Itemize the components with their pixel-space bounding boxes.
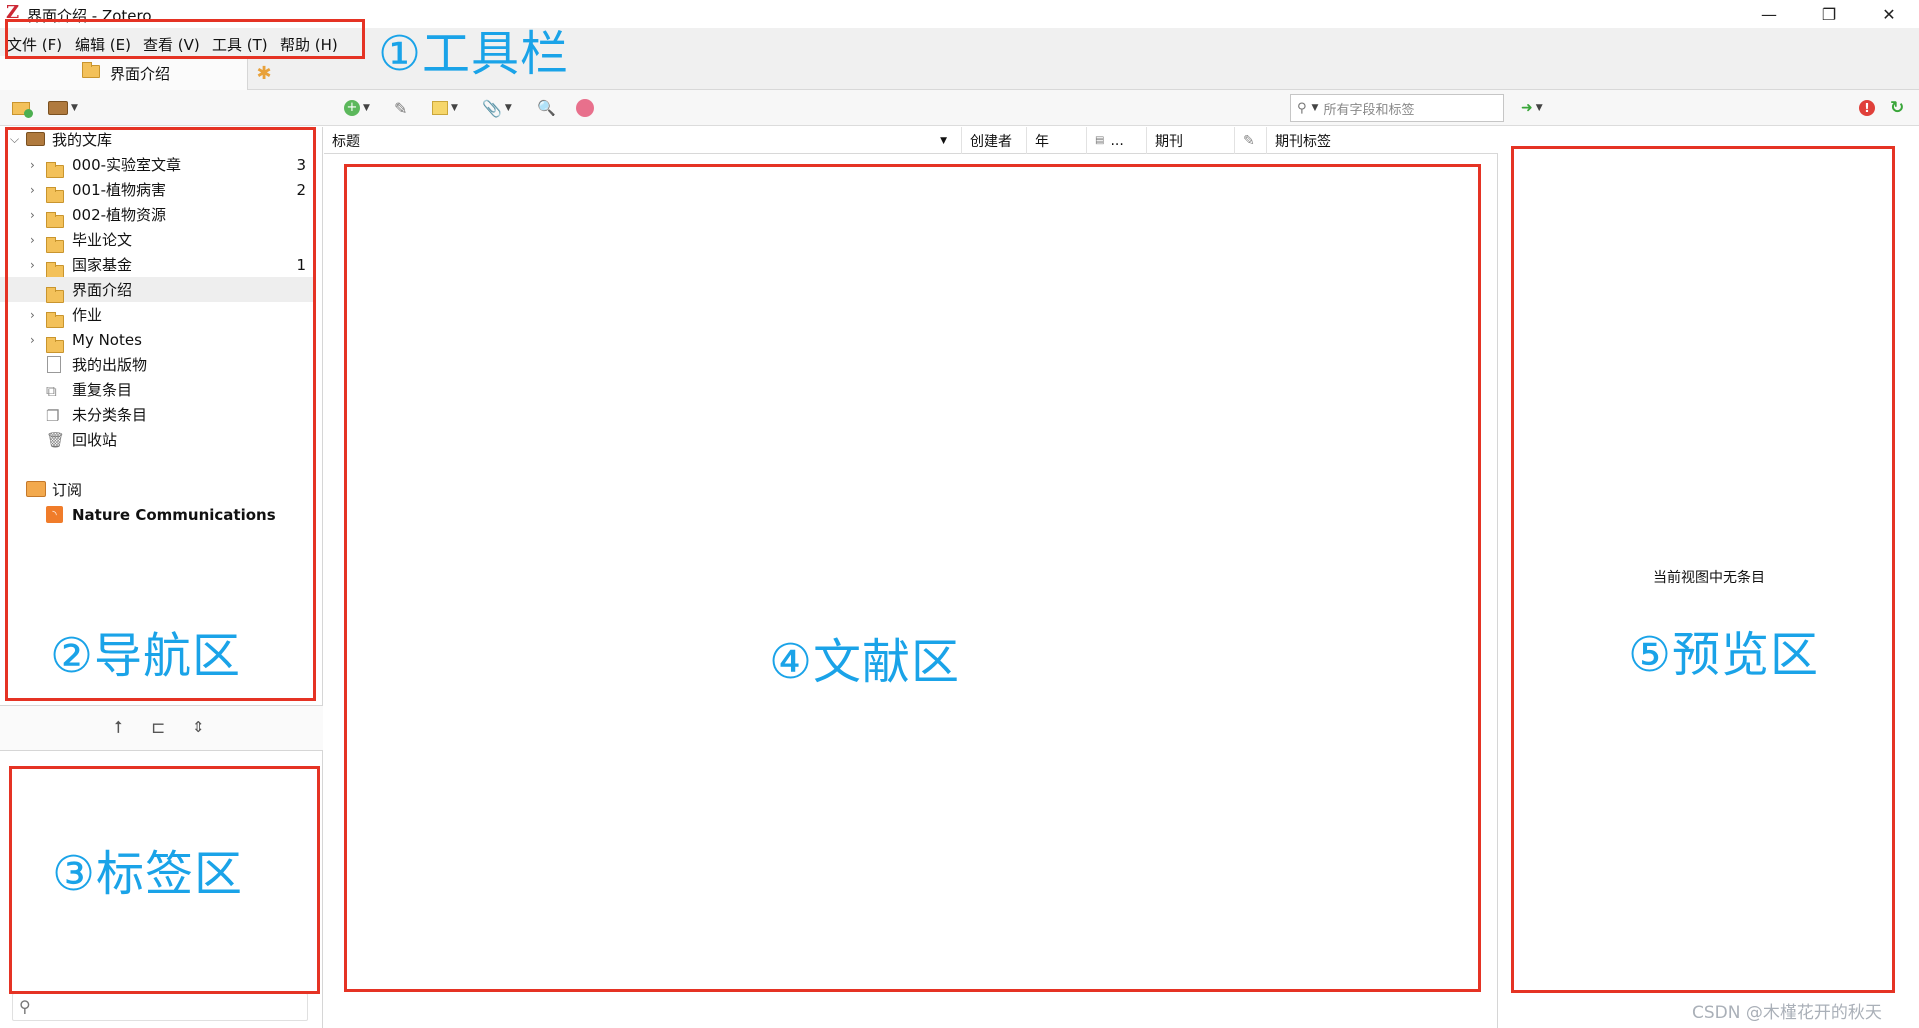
error-icon: ! <box>1859 100 1875 116</box>
tab-bar: 界面介绍 ✱ <box>0 56 1919 90</box>
chevron-down-icon: ▼ <box>1535 103 1543 113</box>
paperclip-icon: ✎ <box>1243 132 1255 149</box>
add-by-identifier-button[interactable]: ✎ <box>394 98 407 118</box>
tab-label: 界面介绍 <box>110 65 171 83</box>
magic-wand-icon: ✎ <box>394 98 408 118</box>
sync-button[interactable]: ↻ <box>1890 98 1904 118</box>
chevron-down-icon[interactable]: ▼ <box>940 136 947 146</box>
column-title[interactable]: 标题 ▼ <box>324 127 962 154</box>
column-label: 期刊 <box>1155 133 1183 150</box>
annotation-box-preview <box>1511 146 1895 993</box>
add-attachment-button[interactable]: 📎 ▼ <box>482 98 512 118</box>
column-label: 创建者 <box>970 133 1012 150</box>
annotation-box-nav <box>5 127 316 701</box>
tag-toolbar: ⭡ ⊏ ⇕ <box>0 705 323 751</box>
minimize-button[interactable]: — <box>1739 0 1799 28</box>
new-library-button[interactable]: ▼ <box>48 98 78 118</box>
sync-error-button[interactable]: ! <box>1859 98 1875 118</box>
maximize-button[interactable]: ❐ <box>1799 0 1859 28</box>
main-toolbar: ▼ + ▼ ✎ ▼ 📎 ▼ 🔍 ⚲ ▼ 所有字段和标签 ➜ ▼ ! ↻ <box>0 90 1919 210</box>
tree-view-icon[interactable]: ⊏ <box>151 718 165 738</box>
annotation-label-preview: ⑤预览区 <box>1628 627 1820 683</box>
paperclip-icon: 📎 <box>482 98 502 118</box>
advanced-search-button[interactable]: 🔍 <box>537 98 556 118</box>
new-item-button[interactable]: + ▼ <box>344 98 370 118</box>
search-icon: ⚲ <box>19 997 31 1016</box>
column-more[interactable]: ▤ ... <box>1087 127 1147 154</box>
column-year[interactable]: 年 <box>1027 127 1087 154</box>
column-type-icon: ▤ <box>1095 135 1105 146</box>
expand-collapse-icon[interactable]: ⇕ <box>192 718 205 736</box>
new-collection-icon <box>12 101 33 118</box>
sync-icon: ↻ <box>1890 98 1905 118</box>
annotation-box-items <box>344 164 1481 992</box>
note-icon <box>432 101 448 115</box>
search-field[interactable]: ⚲ ▼ 所有字段和标签 <box>1290 94 1504 122</box>
green-arrow-icon: ➜ <box>1521 100 1533 116</box>
search-mode-chevron-icon[interactable]: ▼ <box>1312 103 1319 113</box>
sort-icon[interactable]: ⭡ <box>114 718 122 738</box>
magnifier-icon: 🔍 <box>537 99 556 117</box>
items-table-header: 标题 ▼ 创建者 年 ▤ ... 期刊 ✎ 期刊标签 <box>324 127 1498 154</box>
search-icon: ⚲ <box>1297 100 1307 116</box>
folder-icon <box>82 62 100 78</box>
library-icon <box>48 101 68 115</box>
tab-library[interactable]: 界面介绍 <box>0 56 248 90</box>
chevron-down-icon: ▼ <box>504 103 512 113</box>
column-journal[interactable]: 期刊 <box>1147 127 1235 154</box>
column-label: 年 <box>1035 133 1049 150</box>
locate-button[interactable] <box>576 98 594 118</box>
column-label: 期刊标签 <box>1275 133 1331 150</box>
chevron-down-icon: ▼ <box>451 103 458 113</box>
search-placeholder: 所有字段和标签 <box>1323 102 1415 118</box>
annotation-label-nav: ②导航区 <box>50 628 242 684</box>
tag-filter-input[interactable]: ⚲ <box>12 993 308 1021</box>
new-note-button[interactable]: ▼ <box>432 98 458 118</box>
column-journal-abbr[interactable]: 期刊标签 <box>1267 127 1498 154</box>
column-creator[interactable]: 创建者 <box>962 127 1027 154</box>
locate-icon <box>576 99 594 117</box>
new-tab-icon[interactable]: ✱ <box>250 59 278 87</box>
column-attachments[interactable]: ✎ <box>1235 127 1267 154</box>
sync-arrow-button[interactable]: ➜ ▼ <box>1521 98 1543 118</box>
annotation-label-items: ④文献区 <box>769 634 961 690</box>
watermark: CSDN @木槿花开的秋天 <box>1692 1003 1882 1023</box>
annotation-box-toolbar <box>5 19 365 59</box>
annotation-label-tags: ③标签区 <box>52 846 244 902</box>
chevron-down-icon: ▼ <box>363 103 370 113</box>
chevron-down-icon: ▼ <box>71 103 78 113</box>
add-item-icon: + <box>344 100 360 116</box>
column-label: ... <box>1110 132 1124 149</box>
new-collection-button[interactable] <box>12 98 33 118</box>
annotation-label-toolbar: ①工具栏 <box>378 26 570 82</box>
close-button[interactable]: ✕ <box>1859 0 1919 28</box>
column-label: 标题 <box>332 133 360 150</box>
